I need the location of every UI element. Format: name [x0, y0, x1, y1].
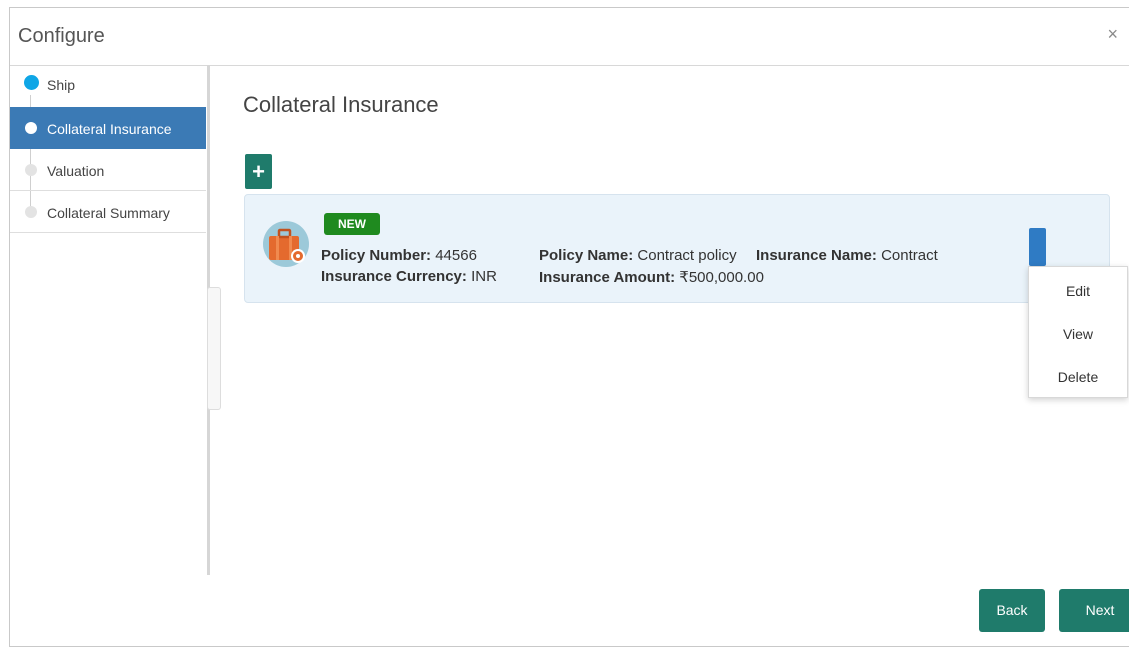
- step-current-icon: [25, 122, 37, 134]
- insurance-amount-value: ₹500,000.00: [679, 269, 764, 286]
- back-button[interactable]: Back: [979, 589, 1045, 632]
- menu-item-edit[interactable]: Edit: [1029, 283, 1127, 299]
- step-pending-icon: [25, 206, 37, 218]
- policy-number-field: Policy Number: 44566: [321, 247, 477, 264]
- step-sidebar: Ship Collateral Insurance Valuation Coll…: [10, 65, 210, 575]
- insurance-currency-field: Insurance Currency: INR: [321, 268, 497, 285]
- next-button[interactable]: Next: [1059, 589, 1129, 632]
- step-pending-icon: [25, 164, 37, 176]
- page-title: Collateral Insurance: [243, 92, 439, 117]
- policy-name-value: Contract policy: [637, 247, 737, 264]
- insurance-currency-label: Insurance Currency:: [321, 268, 467, 285]
- step-collateral-summary[interactable]: Collateral Summary: [10, 191, 206, 233]
- insurance-name-field: Insurance Name: Contract: [756, 247, 938, 264]
- policy-number-value: 44566: [435, 247, 477, 264]
- dialog-header: Configure ×: [10, 8, 1129, 66]
- policy-name-label: Policy Name:: [539, 247, 634, 264]
- card-actions-menu-button[interactable]: [1029, 228, 1046, 266]
- step-label: Collateral Summary: [47, 205, 170, 221]
- status-badge: NEW: [324, 213, 380, 235]
- insurance-name-label: Insurance Name:: [756, 247, 877, 264]
- briefcase-gear-icon: [263, 221, 309, 267]
- policy-name-field: Policy Name: Contract policy: [539, 247, 737, 264]
- configure-dialog: Configure × Ship Collateral Insurance Va…: [9, 7, 1129, 647]
- menu-item-delete[interactable]: Delete: [1029, 369, 1127, 385]
- insurance-name-value: Contract: [881, 247, 938, 264]
- context-menu: Edit View Delete: [1028, 266, 1128, 398]
- insurance-amount-label: Insurance Amount:: [539, 269, 676, 286]
- policy-number-label: Policy Number:: [321, 247, 432, 264]
- dialog-title: Configure: [18, 25, 105, 47]
- step-label: Valuation: [47, 163, 105, 179]
- step-complete-icon: [24, 75, 39, 90]
- policy-card: NEW Policy Number: 44566 Insurance Curre…: [244, 194, 1110, 303]
- step-label: Ship: [47, 77, 76, 93]
- step-collateral-insurance[interactable]: Collateral Insurance: [10, 107, 206, 149]
- step-valuation[interactable]: Valuation: [10, 149, 206, 191]
- menu-item-view[interactable]: View: [1029, 326, 1127, 342]
- insurance-currency-value: INR: [471, 268, 497, 285]
- sidebar-resize-handle[interactable]: [207, 287, 221, 410]
- close-icon[interactable]: ×: [1107, 24, 1118, 45]
- insurance-amount-field: Insurance Amount: ₹500,000.00: [539, 268, 764, 286]
- step-label: Collateral Insurance: [47, 121, 172, 137]
- step-ship[interactable]: Ship: [10, 65, 206, 107]
- add-insurance-button[interactable]: +: [245, 154, 272, 189]
